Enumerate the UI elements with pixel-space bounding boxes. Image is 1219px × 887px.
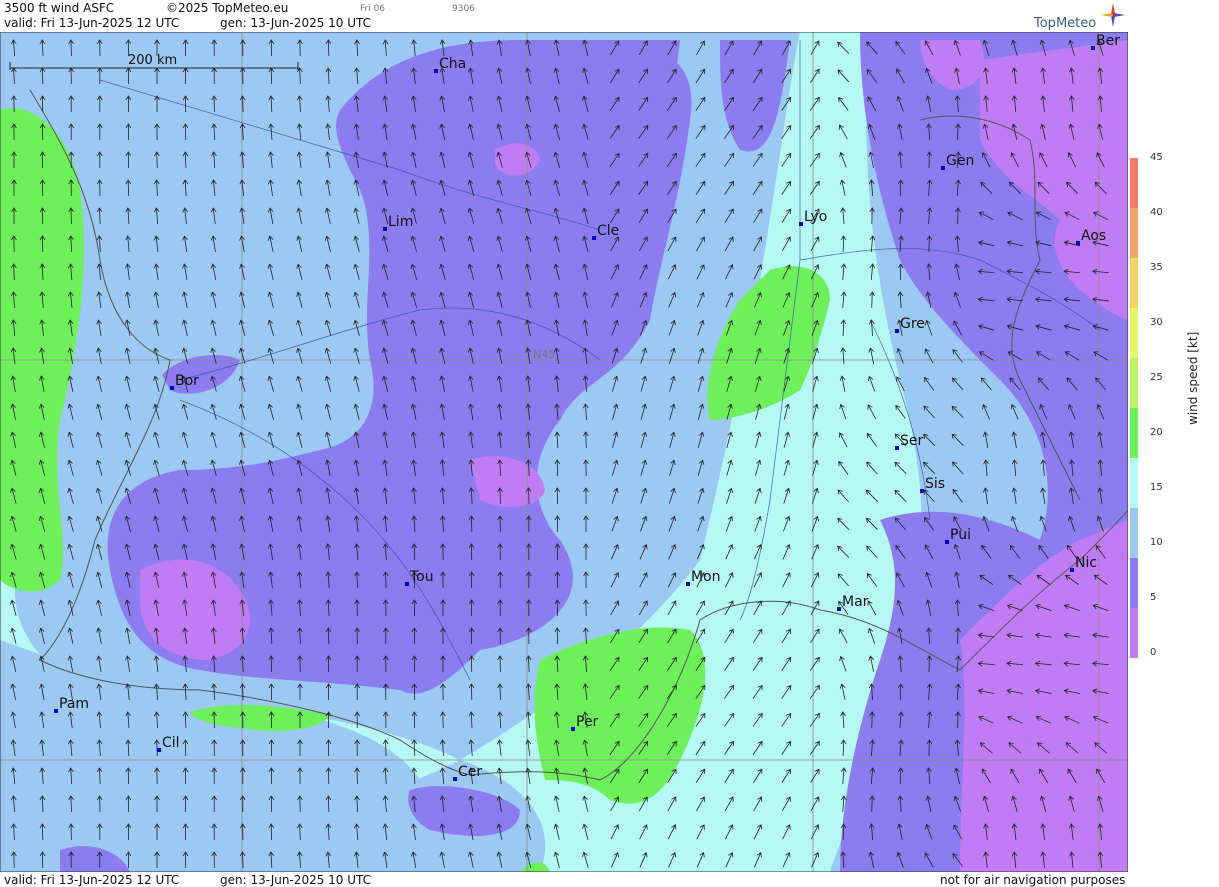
legend-color-band	[1130, 208, 1138, 258]
city-marker	[686, 582, 690, 586]
legend-tick-label: 40	[1150, 207, 1163, 218]
city-marker	[170, 386, 174, 390]
city-label: Bor	[175, 373, 199, 389]
city-label: Mar	[842, 594, 869, 610]
city-marker	[405, 582, 409, 586]
legend-tick-label: 5	[1150, 592, 1157, 603]
city-marker	[895, 446, 899, 450]
compass-logo-icon	[1101, 3, 1125, 27]
footer-bar: valid: Fri 13-Jun-2025 12 UTC gen: 13-Ju…	[0, 872, 1128, 887]
city-label: Mon	[691, 569, 721, 585]
city-label: Cil	[162, 735, 180, 751]
day-code: Fri 06	[360, 4, 386, 14]
city-label: Aos	[1081, 228, 1106, 244]
city-label: Pui	[950, 527, 971, 543]
city-marker	[434, 69, 438, 73]
parallel-label: N45	[533, 348, 555, 361]
city-label: Per	[576, 714, 599, 730]
header-bar: 3500 ft wind ASFC ©2025 TopMeteo.eu Fri …	[0, 0, 1128, 32]
legend-tick-label: 45	[1150, 152, 1163, 163]
city-marker	[54, 709, 58, 713]
legend-tick-label: 30	[1150, 317, 1163, 328]
legend-color-band	[1130, 408, 1138, 458]
footer-disclaimer: not for air navigation purposes	[940, 873, 1126, 887]
city-label: Lim	[388, 214, 413, 230]
legend-color-band	[1130, 308, 1138, 358]
topmeteo-logo-text: TopMeteo	[1034, 16, 1097, 31]
city-marker	[592, 236, 596, 240]
city-label: Pam	[59, 696, 89, 712]
city-label: Ber	[1096, 33, 1120, 49]
city-marker	[453, 777, 457, 781]
city-marker	[1070, 568, 1074, 572]
footer-generated-time: gen: 13-Jun-2025 10 UTC	[220, 873, 372, 887]
legend-color-band	[1130, 608, 1138, 658]
legend-tick-label: 15	[1150, 482, 1163, 493]
city-label: Tou	[409, 569, 434, 585]
legend-colorbar	[1130, 158, 1138, 658]
city-label: Nic	[1075, 555, 1097, 571]
legend-tick-label: 20	[1150, 427, 1163, 438]
city-label: Lyo	[804, 209, 827, 225]
legend-color-band	[1130, 258, 1138, 308]
legend-tick-label: 0	[1150, 647, 1157, 658]
legend-color-band	[1130, 558, 1138, 608]
city-label: Cle	[597, 223, 619, 239]
city-marker	[383, 227, 387, 231]
city-marker	[571, 727, 575, 731]
city-marker	[941, 166, 945, 170]
legend-color-band	[1130, 158, 1138, 208]
city-marker	[837, 607, 841, 611]
footer-valid-time: valid: Fri 13-Jun-2025 12 UTC	[4, 873, 180, 887]
copyright-text: ©2025 TopMeteo.eu	[166, 1, 289, 15]
legend-color-band	[1130, 458, 1138, 508]
legend-color-band	[1130, 508, 1138, 558]
wind-map: 200 km N45 Cha Ber Gen Lim Cle Lyo Aos Gre Bor Se…	[0, 32, 1128, 872]
city-marker	[945, 540, 949, 544]
legend-color-band	[1130, 358, 1138, 408]
legend-tick-label: 35	[1150, 262, 1163, 273]
legend-title: wind speed [kt]	[1186, 331, 1200, 425]
city-label: Gen	[946, 153, 974, 169]
city-marker	[920, 489, 924, 493]
city-marker	[1091, 46, 1095, 50]
city-label: Ser	[900, 433, 924, 449]
generated-time: gen: 13-Jun-2025 10 UTC	[220, 16, 372, 30]
run-code: 9306	[452, 4, 475, 14]
city-marker	[895, 329, 899, 333]
city-label: Sis	[925, 476, 945, 492]
legend-tick-label: 25	[1150, 372, 1163, 383]
city-label: Gre	[900, 316, 925, 332]
legend-tick-label: 10	[1150, 537, 1163, 548]
city-marker	[799, 222, 803, 226]
product-title: 3500 ft wind ASFC	[4, 1, 115, 15]
city-label: Cer	[458, 764, 482, 780]
city-marker	[157, 748, 161, 752]
valid-time: valid: Fri 13-Jun-2025 12 UTC	[4, 16, 180, 30]
city-marker	[1076, 241, 1080, 245]
city-label: Cha	[439, 56, 466, 72]
scale-label: 200 km	[128, 53, 177, 68]
